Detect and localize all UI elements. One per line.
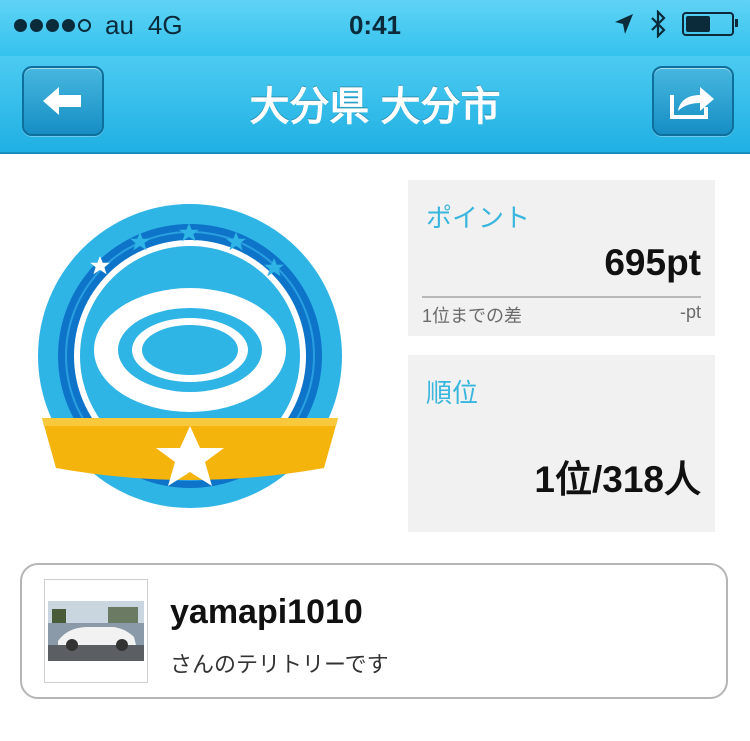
gap-value: -pt <box>679 302 701 322</box>
page-title: 大分県 大分市 <box>249 85 501 129</box>
points-panel: ポイント 695pt 1位までの差 -pt <box>408 180 715 336</box>
nav-bar: 大分県 大分市 <box>0 56 750 154</box>
rank-value: 1位/318人 <box>534 459 701 500</box>
points-value: 695pt <box>604 242 701 283</box>
points-gap-row: 1位までの差 -pt <box>422 302 701 328</box>
points-divider <box>422 296 701 298</box>
location-arrow-icon <box>615 14 633 34</box>
bluetooth-icon <box>651 10 666 38</box>
rank-panel: 順位 1位/318人 <box>408 355 715 532</box>
owner-card[interactable]: yamapi1010 さんのテリトリーです <box>20 563 728 699</box>
gap-label: 1位までの差 <box>422 306 523 326</box>
status-right <box>614 10 738 38</box>
status-bar: au 4G 0:41 <box>0 0 750 56</box>
owner-subtitle: さんのテリトリーです <box>170 652 389 677</box>
owner-name: yamapi1010 <box>170 593 363 631</box>
battery-icon <box>682 12 738 36</box>
points-label: ポイント <box>426 203 531 233</box>
car-photo-icon <box>48 583 144 679</box>
avatar[interactable] <box>44 579 148 683</box>
share-button[interactable] <box>652 66 734 136</box>
territory-badge-icon <box>38 204 342 508</box>
rank-label: 順位 <box>426 378 479 408</box>
share-icon <box>670 87 714 119</box>
